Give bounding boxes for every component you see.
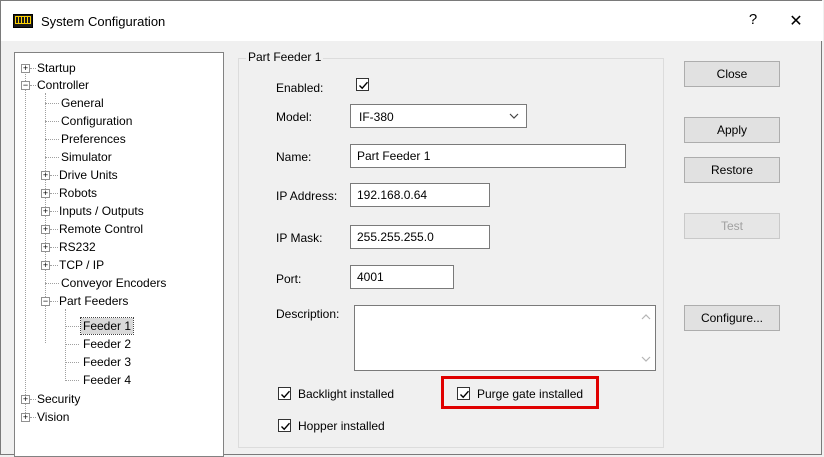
restore-button[interactable]: Restore: [684, 157, 780, 183]
tree-item-inputs-outputs[interactable]: Inputs / Outputs: [59, 203, 144, 219]
scroll-down-icon[interactable]: [641, 356, 651, 362]
tree-item-rs232[interactable]: RS232: [59, 239, 96, 255]
tree-line: [25, 69, 26, 421]
tree-line: [65, 344, 79, 345]
configure-button[interactable]: Configure...: [684, 305, 780, 331]
tree-item-controller[interactable]: Controller: [37, 77, 89, 93]
expand-icon[interactable]: +: [41, 207, 50, 216]
collapse-icon[interactable]: −: [41, 297, 50, 306]
tree-line: [45, 157, 59, 158]
apply-button[interactable]: Apply: [684, 117, 780, 143]
chevron-down-icon: [509, 113, 519, 119]
expand-icon[interactable]: +: [41, 225, 50, 234]
check-icon: [281, 422, 291, 431]
title-bar: System Configuration ? ✕: [1, 1, 823, 41]
purge-gate-label[interactable]: Purge gate installed: [477, 387, 583, 401]
tree-line: [30, 68, 36, 69]
tree-line: [50, 265, 58, 266]
expand-icon[interactable]: +: [41, 261, 50, 270]
model-label: Model:: [276, 110, 313, 124]
hopper-checkbox[interactable]: [278, 419, 291, 432]
ip-mask-field[interactable]: 255.255.255.0: [350, 225, 490, 249]
tree-line: [65, 362, 79, 363]
test-button[interactable]: Test: [684, 213, 780, 239]
close-window-button[interactable]: ✕: [784, 11, 808, 31]
purge-gate-checkbox[interactable]: [457, 387, 470, 400]
description-label: Description:: [276, 307, 340, 321]
tree-item-feeder-3[interactable]: Feeder 3: [83, 354, 131, 370]
check-icon: [359, 81, 369, 90]
tree-line: [30, 417, 36, 418]
hopper-label[interactable]: Hopper installed: [298, 419, 385, 433]
tree-item-startup[interactable]: Startup: [37, 60, 76, 76]
model-value: IF-380: [359, 110, 394, 124]
tree-item-preferences[interactable]: Preferences: [61, 131, 126, 147]
tree-line: [30, 85, 36, 86]
window-title: System Configuration: [41, 14, 166, 29]
backlight-checkbox[interactable]: [278, 387, 291, 400]
enabled-checkbox[interactable]: [356, 78, 369, 91]
tree-item-remote-control[interactable]: Remote Control: [59, 221, 143, 237]
expand-icon[interactable]: +: [21, 64, 30, 73]
tree-item-robots[interactable]: Robots: [59, 185, 97, 201]
tree-item-configuration[interactable]: Configuration: [61, 113, 132, 129]
tree-line: [50, 301, 58, 302]
name-field[interactable]: Part Feeder 1: [350, 144, 626, 168]
port-field[interactable]: 4001: [350, 265, 454, 289]
ip-address-field[interactable]: 192.168.0.64: [350, 183, 490, 207]
tree-item-drive-units[interactable]: Drive Units: [59, 167, 118, 183]
tree-item-general[interactable]: General: [61, 95, 104, 111]
description-field[interactable]: [354, 305, 656, 371]
tree-item-feeder-1[interactable]: Feeder 1: [79, 317, 135, 335]
help-button[interactable]: ?: [743, 11, 763, 31]
tree-item-feeder-4[interactable]: Feeder 4: [83, 372, 131, 388]
tree-line: [50, 247, 58, 248]
tree-line: [30, 399, 36, 400]
tree-line: [45, 283, 59, 284]
enabled-label: Enabled:: [276, 81, 324, 95]
tree-line: [65, 326, 79, 327]
check-icon: [460, 390, 470, 399]
expand-icon[interactable]: +: [21, 395, 30, 404]
port-label: Port:: [276, 272, 302, 286]
tree-item-vision[interactable]: Vision: [37, 409, 69, 425]
configuration-tree[interactable]: + Startup − Controller General Configura…: [14, 52, 224, 457]
expand-icon[interactable]: +: [41, 171, 50, 180]
expand-icon[interactable]: +: [41, 189, 50, 198]
tree-item-security[interactable]: Security: [37, 391, 80, 407]
tree-item-feeder-2[interactable]: Feeder 2: [83, 336, 131, 352]
collapse-icon[interactable]: −: [21, 81, 30, 90]
close-button[interactable]: Close: [684, 61, 780, 87]
ip-address-label: IP Address:: [276, 189, 338, 203]
tree-line: [65, 309, 66, 381]
tree-item-conveyor-encoders[interactable]: Conveyor Encoders: [61, 275, 166, 291]
expand-icon[interactable]: +: [41, 243, 50, 252]
tree-line: [50, 175, 58, 176]
tree-line: [45, 139, 59, 140]
name-label: Name:: [276, 150, 312, 164]
tree-line: [65, 380, 79, 381]
tree-line: [50, 211, 58, 212]
tree-item-tcp-ip[interactable]: TCP / IP: [59, 257, 104, 273]
expand-icon[interactable]: +: [21, 413, 30, 422]
tree-line: [45, 103, 59, 104]
description-scrollbar[interactable]: [637, 306, 655, 370]
check-icon: [281, 390, 291, 399]
tree-line: [50, 229, 58, 230]
scroll-up-icon[interactable]: [641, 314, 651, 320]
tree-item-part-feeders[interactable]: Part Feeders: [59, 293, 128, 309]
group-title: Part Feeder 1: [246, 50, 324, 64]
tree-line: [45, 121, 59, 122]
tree-line: [50, 193, 58, 194]
app-icon: [13, 14, 33, 28]
backlight-label[interactable]: Backlight installed: [298, 387, 394, 401]
ip-mask-label: IP Mask:: [276, 231, 323, 245]
tree-item-simulator[interactable]: Simulator: [61, 149, 112, 165]
model-select[interactable]: IF-380: [350, 104, 527, 128]
